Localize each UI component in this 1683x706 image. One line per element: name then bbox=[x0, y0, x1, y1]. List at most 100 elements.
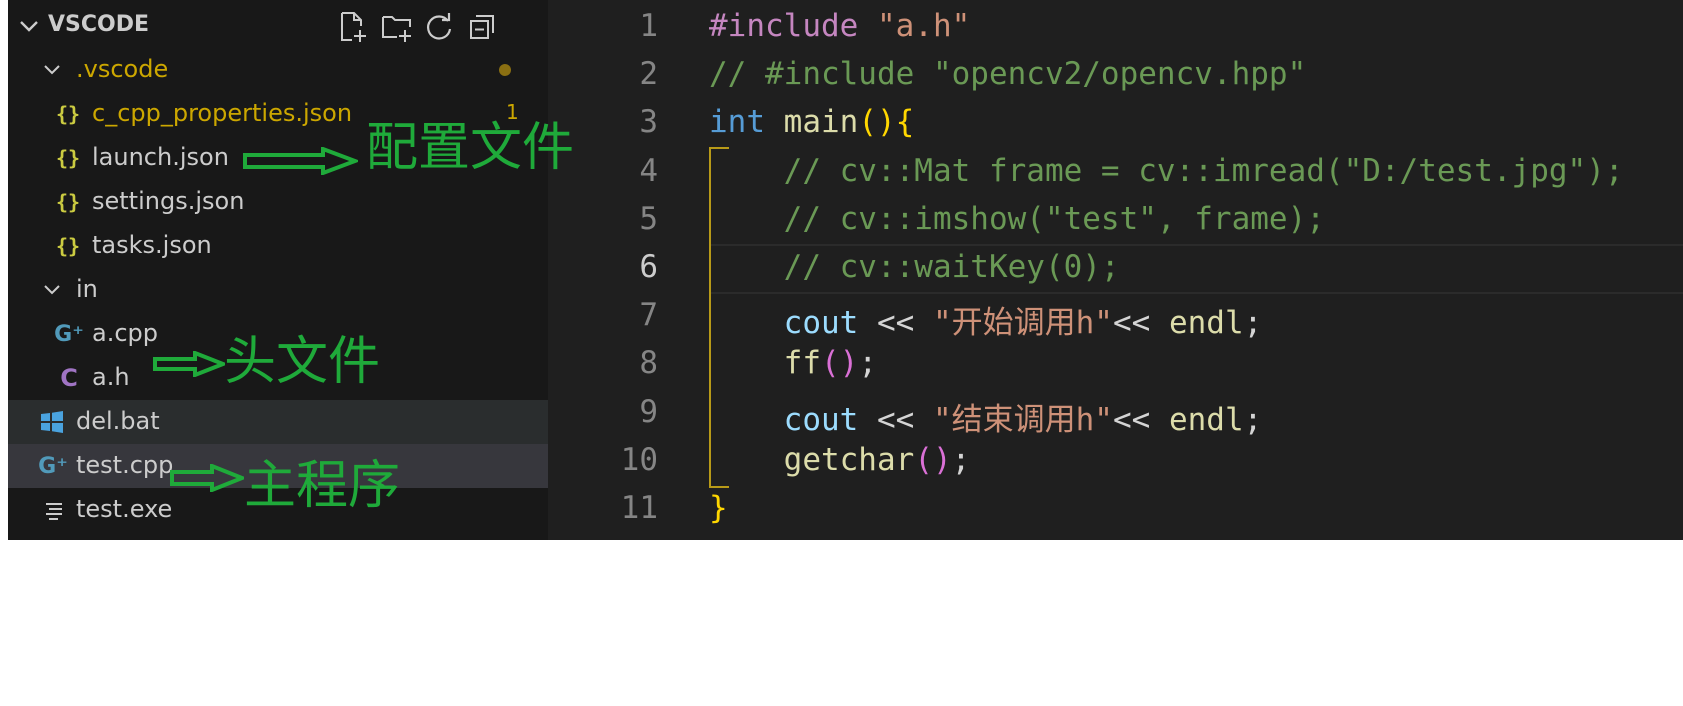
code-token: endl bbox=[1168, 305, 1244, 341]
annotation-config-files: 配置文件 bbox=[366, 118, 575, 178]
tree-item-label: a.cpp bbox=[92, 319, 158, 347]
explorer-header[interactable]: VSCODE bbox=[8, 0, 548, 52]
code-token: "开始调用h" bbox=[932, 305, 1113, 341]
chevron-down-icon bbox=[40, 48, 64, 92]
tree-file-del-bat[interactable]: del.bat bbox=[8, 400, 548, 444]
tree-item-label: launch.json bbox=[92, 143, 229, 171]
code-token: int bbox=[709, 104, 765, 140]
code-line[interactable]: // cv::imshow("test", frame); bbox=[709, 201, 1325, 237]
code-line[interactable]: getchar(); bbox=[709, 442, 971, 478]
code-token: () bbox=[820, 345, 859, 381]
code-token: << bbox=[1112, 402, 1169, 438]
collapse-all-icon[interactable] bbox=[466, 10, 500, 44]
code-token: "结束调用h" bbox=[932, 402, 1113, 438]
code-line[interactable]: int main(){ bbox=[709, 104, 914, 140]
code-line[interactable]: #include "a.h" bbox=[709, 8, 970, 44]
tree-item-label: test.exe bbox=[76, 495, 173, 523]
json-file-icon: {} bbox=[55, 234, 81, 258]
json-file-icon: {} bbox=[55, 102, 81, 126]
tree-item-label: a.h bbox=[92, 363, 130, 391]
tree-folder-in[interactable]: in bbox=[8, 268, 548, 312]
c-header-file-icon: C bbox=[60, 364, 78, 392]
line-number: 6 bbox=[639, 249, 658, 285]
tree-file-settings[interactable]: {} settings.json bbox=[8, 180, 548, 224]
modified-dot bbox=[499, 64, 511, 76]
tree-item-label: test.cpp bbox=[76, 451, 174, 479]
line-number: 9 bbox=[639, 394, 658, 430]
tree-file-tasks[interactable]: {} tasks.json bbox=[8, 224, 548, 268]
code-token: cout bbox=[783, 305, 859, 341]
code-token: ; bbox=[1243, 305, 1263, 341]
code-token: // cv::imshow("test", frame); bbox=[783, 201, 1325, 237]
line-number: 10 bbox=[620, 442, 658, 478]
code-token: "a.h" bbox=[876, 8, 971, 44]
json-file-icon: {} bbox=[55, 146, 81, 170]
code-token: << bbox=[858, 305, 933, 341]
line-number: 1 bbox=[639, 8, 658, 44]
line-number: 2 bbox=[639, 56, 658, 92]
code-token: << bbox=[858, 402, 933, 438]
code-token: ; bbox=[858, 345, 877, 381]
code-line[interactable]: // #include "opencv2/opencv.hpp" bbox=[709, 56, 1306, 92]
explorer-title: VSCODE bbox=[48, 12, 150, 37]
line-number: 7 bbox=[639, 297, 658, 333]
annotation-main-program: 主程序 bbox=[244, 456, 401, 516]
code-token: } bbox=[709, 490, 728, 526]
chevron-down-icon[interactable] bbox=[18, 15, 40, 41]
code-token: ff bbox=[783, 345, 821, 381]
code-token: << bbox=[1112, 305, 1169, 341]
arrow-header-icon bbox=[153, 351, 225, 377]
tree-item-label: c_cpp_properties.json bbox=[92, 99, 353, 127]
code-token: // cv::Mat frame = cv::imread("D:/test.j… bbox=[783, 153, 1624, 189]
code-line[interactable]: // cv::waitKey(0); bbox=[709, 249, 1120, 285]
binary-file-icon bbox=[42, 488, 66, 532]
code-token: main bbox=[783, 104, 859, 140]
tree-item-label: tasks.json bbox=[92, 231, 212, 259]
code-token: ; bbox=[951, 442, 971, 478]
arrow-main-icon bbox=[170, 464, 244, 492]
annotation-header-file: 头文件 bbox=[224, 332, 381, 392]
code-token: // #include "opencv2/opencv.hpp" bbox=[709, 56, 1307, 92]
code-token: () bbox=[858, 104, 896, 140]
code-editor[interactable]: 1 2 3 4 5 6 7 8 9 10 11 #include "a.h"// #include … bbox=[548, 0, 1683, 540]
code-line[interactable]: // cv::Mat frame = cv::imread("D:/test.j… bbox=[709, 153, 1624, 189]
tree-item-label: in bbox=[76, 275, 98, 303]
code-line[interactable]: cout << "开始调用h"<< endl; bbox=[709, 297, 1263, 342]
code-token: () bbox=[914, 442, 952, 478]
json-file-icon: {} bbox=[55, 190, 81, 214]
new-folder-icon[interactable] bbox=[380, 10, 414, 44]
arrow-config-icon bbox=[243, 147, 358, 175]
code-token: { bbox=[895, 104, 915, 140]
code-token: // cv::waitKey(0); bbox=[783, 249, 1120, 285]
code-line[interactable]: ff(); bbox=[709, 345, 877, 381]
code-token: cout bbox=[783, 402, 859, 438]
tree-item-label: .vscode bbox=[76, 55, 169, 83]
line-number: 5 bbox=[639, 201, 658, 237]
code-token: endl bbox=[1168, 402, 1244, 438]
line-number: 11 bbox=[620, 490, 658, 526]
chevron-down-icon bbox=[40, 268, 64, 312]
code-token: getchar bbox=[783, 442, 915, 478]
tree-item-label: del.bat bbox=[76, 407, 160, 435]
refresh-icon[interactable] bbox=[422, 10, 456, 44]
cpp-file-icon: G⁺ bbox=[54, 321, 84, 347]
code-line[interactable]: } bbox=[709, 490, 728, 526]
tree-item-label: settings.json bbox=[92, 187, 245, 215]
new-file-icon[interactable] bbox=[336, 10, 370, 44]
code-line[interactable]: cout << "结束调用h"<< endl; bbox=[709, 394, 1263, 439]
cpp-file-icon: G⁺ bbox=[38, 453, 68, 479]
tree-folder-vscode[interactable]: .vscode bbox=[8, 48, 548, 92]
line-number: 8 bbox=[639, 345, 658, 381]
windows-icon bbox=[38, 400, 66, 444]
code-token: #include bbox=[709, 8, 859, 44]
code-token: ; bbox=[1243, 402, 1263, 438]
